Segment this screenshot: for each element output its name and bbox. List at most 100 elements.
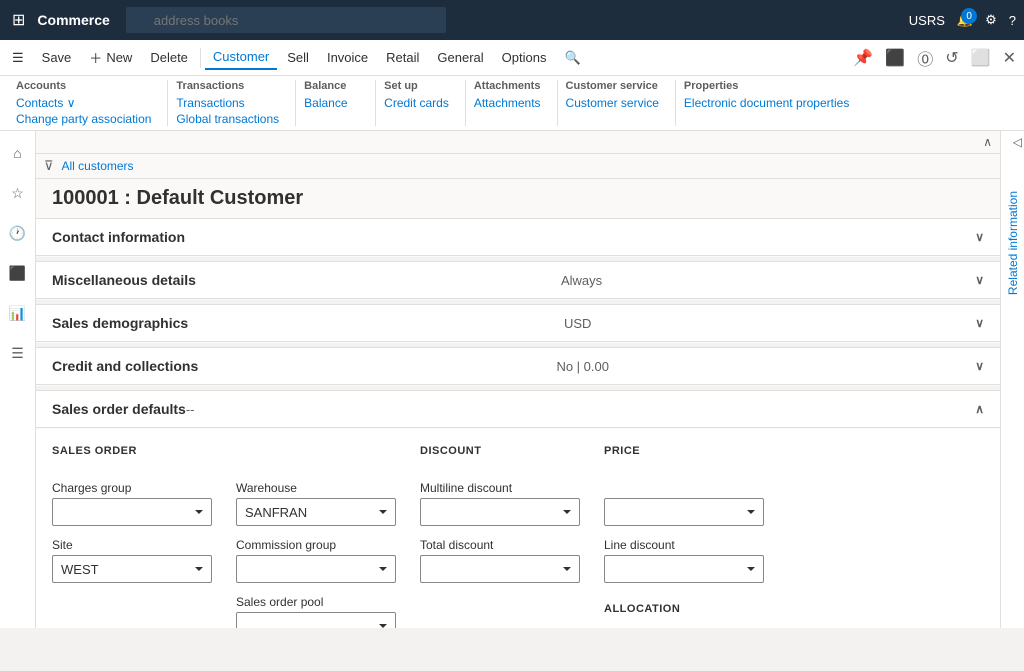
sales-order-pool-select[interactable] <box>236 612 396 628</box>
top-bar-right: USRS 🔔 0 ⚙ ? <box>909 12 1016 28</box>
submenu-global-transactions[interactable]: Global transactions <box>176 112 279 126</box>
submenu-title-setup: Set up <box>384 80 449 92</box>
form-group-site: Site WEST <box>52 538 212 583</box>
accordion-header-contact[interactable]: Contact information ∨ <box>36 218 1000 256</box>
form-group-total-discount: Total discount <box>420 538 580 583</box>
submenu-customer-service[interactable]: Customer service <box>566 96 659 110</box>
right-panel: ◁ Related information <box>1000 131 1024 628</box>
form-group-charges: Charges group <box>52 481 212 526</box>
accordion-header-sales-demo[interactable]: Sales demographics USD ∨ <box>36 304 1000 342</box>
filter-icon[interactable]: ⊽ <box>44 158 54 174</box>
submenu-group-balance: Balance Balance <box>296 80 376 126</box>
sidebar-icon-favorites[interactable]: ☆ <box>4 179 32 207</box>
tab-options[interactable]: Options <box>494 46 555 69</box>
accordion-content-sales-order: SALES ORDER Charges group Site WEST <box>36 429 1000 628</box>
multiline-discount-select[interactable] <box>420 498 580 526</box>
close-icon[interactable]: ✕ <box>999 44 1020 72</box>
sidebar-icon-menu[interactable]: ☰ <box>4 339 32 367</box>
charges-group-select[interactable] <box>52 498 212 526</box>
line-discount-select[interactable] <box>604 555 764 583</box>
sales-demo-badge: USD <box>564 316 591 331</box>
accordion-header-credit[interactable]: Credit and collections No | 0.00 ∨ <box>36 347 1000 385</box>
sidebar-icon-recent[interactable]: 🕐 <box>4 219 32 247</box>
commission-group-select[interactable] <box>236 555 396 583</box>
accordion-sales-order: Sales order defaults -- ∧ SALES ORDER Ch… <box>36 390 1000 628</box>
accordion-sales-demo: Sales demographics USD ∨ <box>36 304 1000 342</box>
price-section-title: Price <box>604 445 764 457</box>
content-area: ∧ ⊽ All customers 100001 : Default Custo… <box>36 131 1000 628</box>
total-discount-select[interactable] <box>420 555 580 583</box>
price-select[interactable] <box>604 498 764 526</box>
delete-button[interactable]: Delete <box>142 46 196 69</box>
tab-general[interactable]: General <box>429 46 491 69</box>
right-panel-label[interactable]: Related information <box>1006 191 1020 295</box>
tab-invoice[interactable]: Invoice <box>319 46 376 69</box>
right-panel-collapse-button[interactable]: ◁ <box>1013 135 1022 149</box>
chevron-contact: ∨ <box>975 230 984 244</box>
discount-section-title: DISCOUNT <box>420 445 580 457</box>
page-content[interactable]: 100001 : Default Customer Contact inform… <box>36 179 1000 628</box>
submenu-change-party[interactable]: Change party association <box>16 112 151 126</box>
form-group-sales-order-pool: Sales order pool <box>236 595 396 628</box>
refresh-icon[interactable]: ↺ <box>941 44 962 72</box>
accordion-header-misc[interactable]: Miscellaneous details Always ∨ <box>36 261 1000 299</box>
credit-badge: No | 0.00 <box>556 359 609 374</box>
save-button[interactable]: Save <box>34 46 80 69</box>
multiline-discount-label: Multiline discount <box>420 481 580 495</box>
search-input[interactable] <box>126 7 446 33</box>
site-select[interactable]: WEST <box>52 555 212 583</box>
notification-badge: 0 <box>961 8 977 24</box>
submenu-bar: Accounts Contacts ∨ Change party associa… <box>0 76 1024 131</box>
new-button[interactable]: ＋ New <box>81 44 140 71</box>
form-col-warehouse: Warehouse SANFRAN Commission group <box>236 445 396 628</box>
form-col-price: Price Line discount <box>604 445 764 628</box>
search-wrap: 🔍 <box>126 7 446 33</box>
office-icon[interactable]: ⬛ <box>881 44 909 72</box>
bell-wrap: 🔔 0 <box>957 12 973 28</box>
submenu-attachments[interactable]: Attachments <box>474 96 541 110</box>
form-group-commission: Commission group <box>236 538 396 583</box>
submenu-group-attachments: Attachments Attachments <box>466 80 558 126</box>
submenu-balance[interactable]: Balance <box>304 96 359 110</box>
breadcrumb[interactable]: All customers <box>62 159 134 173</box>
accordion-title-sales-order: Sales order defaults <box>52 401 186 417</box>
warehouse-spacer <box>236 445 396 457</box>
sidebar-icon-workspaces[interactable]: ⬛ <box>4 259 32 287</box>
submenu-title-attachments: Attachments <box>474 80 541 92</box>
restore-icon[interactable]: ⬜ <box>967 44 995 72</box>
sidebar-icon-modules[interactable]: 📊 <box>4 299 32 327</box>
submenu-title-transactions: Transactions <box>176 80 279 92</box>
warehouse-select[interactable]: SANFRAN <box>236 498 396 526</box>
grid-icon[interactable]: ⊞ <box>8 6 29 34</box>
sidebar-icon-home[interactable]: ⌂ <box>4 139 32 167</box>
submenu-transactions[interactable]: Transactions <box>176 96 279 110</box>
ribbon-sep-1 <box>200 48 201 68</box>
submenu-title-accounts: Accounts <box>16 80 151 92</box>
chevron-credit: ∨ <box>975 359 984 373</box>
tab-sell[interactable]: Sell <box>279 46 317 69</box>
site-label: Site <box>52 538 212 552</box>
page-header: 100001 : Default Customer <box>36 179 1000 218</box>
submenu-group-transactions: Transactions Transactions Global transac… <box>168 80 296 126</box>
tab-retail[interactable]: Retail <box>378 46 427 69</box>
sales-order-dashes: -- <box>186 402 195 417</box>
accordion-title-sales-demo: Sales demographics <box>52 315 188 331</box>
hamburger-button[interactable]: ☰ <box>4 46 32 70</box>
accordion-misc: Miscellaneous details Always ∨ <box>36 261 1000 299</box>
collapse-button[interactable]: ∧ <box>979 133 996 151</box>
help-icon[interactable]: ? <box>1009 13 1016 28</box>
price-spacer-label <box>604 481 764 495</box>
cloud-icon[interactable]: ⓪ <box>913 42 937 74</box>
main-container: ⌂ ☆ 🕐 ⬛ 📊 ☰ ∧ ⊽ All customers 100001 : D… <box>0 131 1024 628</box>
submenu-credit-cards[interactable]: Credit cards <box>384 96 449 110</box>
submenu-electronic-doc[interactable]: Electronic document properties <box>684 96 849 110</box>
accordion-header-sales-order[interactable]: Sales order defaults -- ∧ <box>36 390 1000 428</box>
tab-customer[interactable]: Customer <box>205 45 277 70</box>
settings-icon[interactable]: ⚙ <box>985 12 997 28</box>
pin-icon[interactable]: 📌 <box>849 44 877 72</box>
ribbon-search-button[interactable]: 🔍 <box>556 46 588 70</box>
total-discount-label: Total discount <box>420 538 580 552</box>
form-group-multiline: Multiline discount <box>420 481 580 526</box>
line-discount-label: Line discount <box>604 538 764 552</box>
submenu-contacts[interactable]: Contacts ∨ <box>16 96 151 110</box>
